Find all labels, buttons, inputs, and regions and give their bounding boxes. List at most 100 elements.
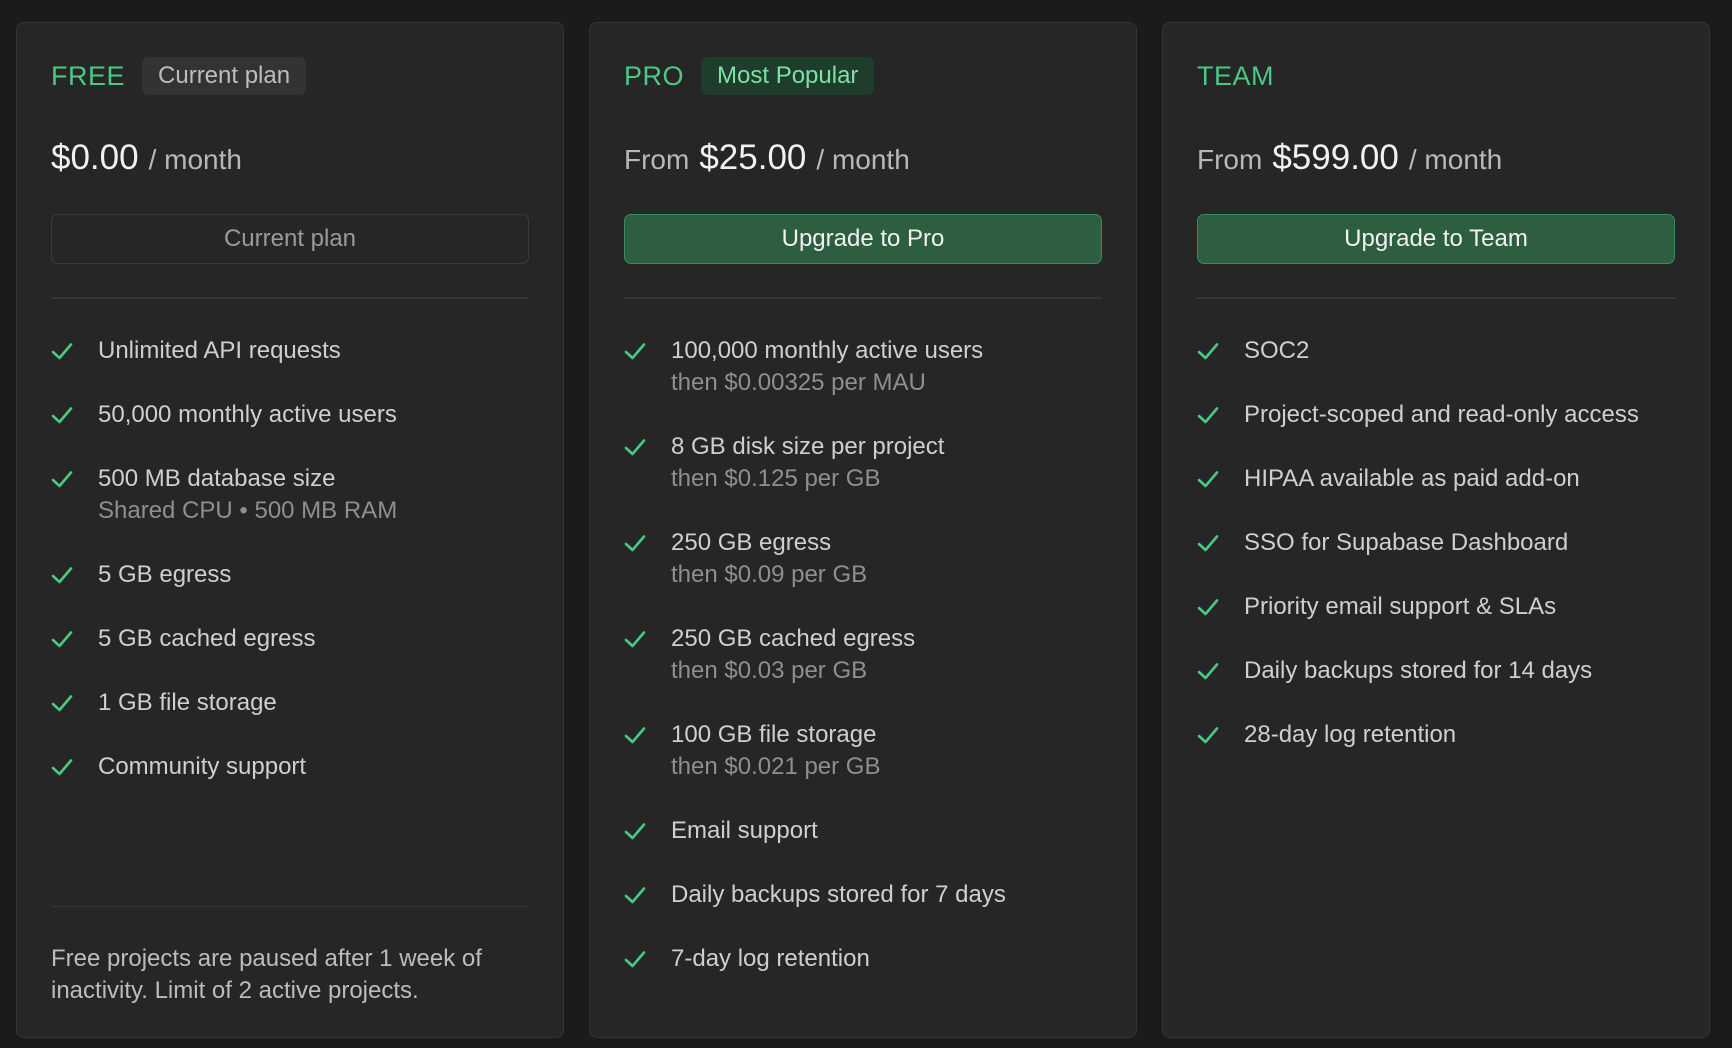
feature-item: Daily backups stored for 14 days <box>1197 655 1675 687</box>
header-divider <box>624 297 1102 299</box>
plan-header: FREE Current plan <box>51 57 529 95</box>
footer-note: Free projects are paused after 1 week of… <box>51 945 482 1004</box>
feature-main-text: 28-day log retention <box>1244 720 1457 748</box>
check-icon <box>51 627 73 651</box>
feature-main-text: 250 GB cached egress <box>671 624 916 652</box>
price-period: / month <box>148 144 242 175</box>
feature-text: SSO for Supabase Dashboard <box>1244 527 1568 559</box>
feature-text: Unlimited API requests <box>98 335 341 367</box>
feature-text: 50,000 monthly active users <box>98 399 397 431</box>
feature-text: 28-day log retention <box>1244 719 1456 751</box>
price-period: / month <box>816 144 910 175</box>
feature-item: HIPAA available as paid add-on <box>1197 463 1675 495</box>
current-plan-button[interactable]: Current plan <box>51 214 529 264</box>
feature-list: 100,000 monthly active users then $0.003… <box>624 335 1102 975</box>
check-icon <box>51 339 73 363</box>
feature-text: 100,000 monthly active users then $0.003… <box>671 335 983 399</box>
feature-main-text: 100,000 monthly active users <box>671 336 984 364</box>
check-icon <box>624 627 646 651</box>
feature-item: 500 MB database size Shared CPU • 500 MB… <box>51 463 529 527</box>
feature-sub-text: then $0.125 per GB <box>671 464 881 492</box>
check-icon <box>1197 531 1219 555</box>
check-icon <box>51 755 73 779</box>
plan-header: TEAM <box>1197 57 1675 95</box>
plan-card-team: TEAM From $599.00 / month Upgrade to Tea… <box>1162 22 1710 1038</box>
feature-main-text: HIPAA available as paid add-on <box>1244 464 1580 492</box>
feature-main-text: Daily backups stored for 7 days <box>671 880 1006 908</box>
feature-item: Project-scoped and read-only access <box>1197 399 1675 431</box>
plan-card-pro: PRO Most Popular From $25.00 / month Upg… <box>589 22 1137 1038</box>
plan-header: PRO Most Popular <box>624 57 1102 95</box>
feature-item: 250 GB egress then $0.09 per GB <box>624 527 1102 591</box>
feature-main-text: 50,000 monthly active users <box>98 400 397 428</box>
feature-text: Project-scoped and read-only access <box>1244 399 1639 431</box>
price-amount: $25.00 <box>699 138 807 177</box>
check-icon <box>624 947 646 971</box>
feature-text: 250 GB egress then $0.09 per GB <box>671 527 867 591</box>
feature-item: 250 GB cached egress then $0.03 per GB <box>624 623 1102 687</box>
feature-main-text: Unlimited API requests <box>98 336 341 364</box>
price-prefix: From <box>624 144 690 175</box>
check-icon <box>1197 595 1219 619</box>
plan-name: FREE <box>51 60 126 91</box>
feature-text: 5 GB egress <box>98 559 231 591</box>
feature-item: Daily backups stored for 7 days <box>624 879 1102 911</box>
feature-main-text: 250 GB egress <box>671 528 832 556</box>
feature-main-text: 7-day log retention <box>671 944 870 972</box>
check-icon <box>51 563 73 587</box>
feature-text: 250 GB cached egress then $0.03 per GB <box>671 623 915 687</box>
feature-main-text: SOC2 <box>1244 336 1310 364</box>
feature-main-text: SSO for Supabase Dashboard <box>1244 528 1569 556</box>
price-prefix: From <box>1197 144 1263 175</box>
check-icon <box>51 403 73 427</box>
feature-item: 28-day log retention <box>1197 719 1675 751</box>
feature-sub-text: then $0.03 per GB <box>671 656 868 684</box>
price-row: From $599.00 / month <box>1197 138 1675 178</box>
check-icon <box>624 723 646 747</box>
plan-badge: Most Popular <box>701 57 875 95</box>
plan-badge: Current plan <box>142 57 307 95</box>
check-icon <box>624 339 646 363</box>
price-row: $0.00 / month <box>51 138 529 178</box>
feature-item: Community support <box>51 751 529 783</box>
feature-list: Unlimited API requests 50,000 monthly ac… <box>51 335 529 783</box>
upgrade-to-team-button[interactable]: Upgrade to Team <box>1197 214 1675 264</box>
feature-main-text: Project-scoped and read-only access <box>1244 400 1639 428</box>
feature-item: 5 GB egress <box>51 559 529 591</box>
feature-item: 5 GB cached egress <box>51 623 529 655</box>
upgrade-to-pro-button[interactable]: Upgrade to Pro <box>624 214 1102 264</box>
feature-list: SOC2 Project-scoped and read-only access… <box>1197 335 1675 751</box>
feature-sub-text: Shared CPU • 500 MB RAM <box>98 496 398 524</box>
plan-name: TEAM <box>1197 60 1275 91</box>
feature-item: Email support <box>624 815 1102 847</box>
header-divider <box>51 297 529 299</box>
pricing-plans: FREE Current plan $0.00 / month Current … <box>16 22 1710 1038</box>
check-icon <box>1197 659 1219 683</box>
check-icon <box>51 691 73 715</box>
feature-main-text: Priority email support & SLAs <box>1244 592 1557 620</box>
feature-text: 1 GB file storage <box>98 687 277 719</box>
feature-text: Daily backups stored for 7 days <box>671 879 1006 911</box>
price-period: / month <box>1408 144 1503 175</box>
feature-item: 100 GB file storage then $0.021 per GB <box>624 719 1102 783</box>
feature-text: SOC2 <box>1244 335 1309 367</box>
price-row: From $25.00 / month <box>624 138 1102 178</box>
feature-main-text: Daily backups stored for 14 days <box>1244 656 1593 684</box>
feature-main-text: 8 GB disk size per project <box>671 432 945 460</box>
feature-item: 8 GB disk size per project then $0.125 p… <box>624 431 1102 495</box>
check-icon <box>624 531 646 555</box>
feature-item: 50,000 monthly active users <box>51 399 529 431</box>
feature-text: Email support <box>671 815 818 847</box>
check-icon <box>51 467 73 491</box>
feature-main-text: Community support <box>98 752 307 780</box>
plan-card-free: FREE Current plan $0.00 / month Current … <box>16 22 564 1038</box>
check-icon <box>1197 403 1219 427</box>
feature-item: SOC2 <box>1197 335 1675 367</box>
feature-sub-text: then $0.00325 per MAU <box>671 368 926 396</box>
feature-text: 8 GB disk size per project then $0.125 p… <box>671 431 944 495</box>
feature-main-text: Email support <box>671 816 818 844</box>
check-icon <box>1197 339 1219 363</box>
feature-text: Priority email support & SLAs <box>1244 591 1556 623</box>
plan-name: PRO <box>624 60 685 91</box>
feature-text: 100 GB file storage then $0.021 per GB <box>671 719 880 783</box>
